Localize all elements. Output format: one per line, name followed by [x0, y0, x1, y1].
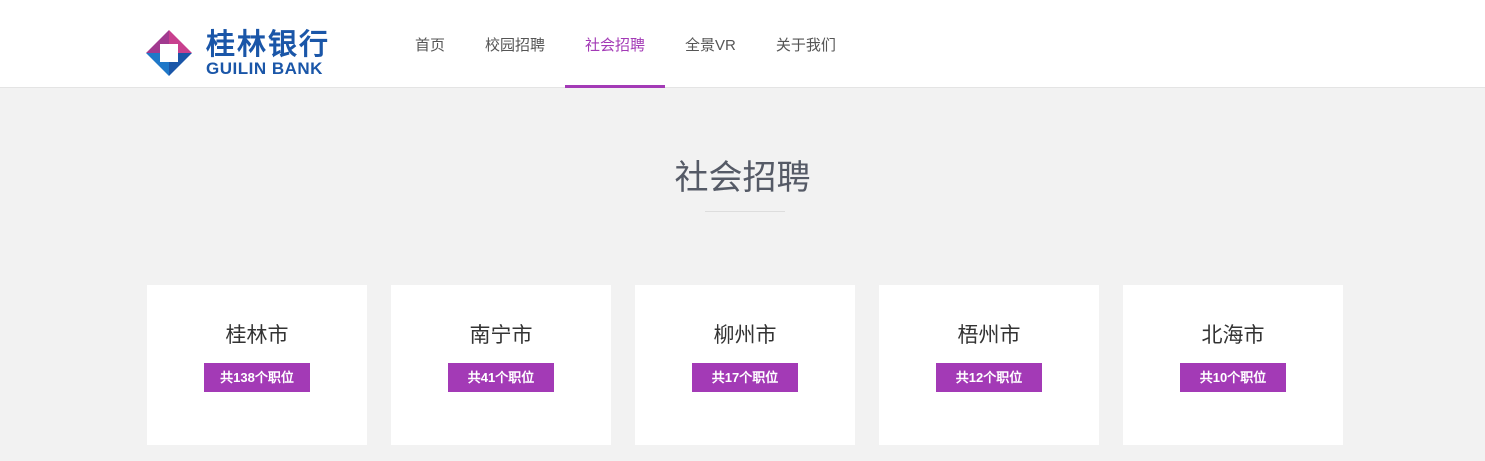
city-name: 南宁市 — [469, 324, 533, 347]
city-card-liuzhou[interactable]: 柳州市 共17个职位 — [635, 285, 855, 445]
brand-logo[interactable]: 桂林银行 GUILIN BANK — [144, 27, 354, 79]
city-card-guilin[interactable]: 桂林市 共138个职位 — [147, 285, 367, 445]
city-card-wuzhou[interactable]: 梧州市 共12个职位 — [879, 285, 1099, 445]
nav-item-about-us[interactable]: 关于我们 — [756, 0, 856, 88]
city-name: 梧州市 — [957, 324, 1021, 347]
brand-name-en: GUILIN BANK — [206, 59, 323, 78]
nav-item-label: 校园招聘 — [485, 36, 546, 54]
nav-item-panorama-vr[interactable]: 全景VR — [665, 0, 756, 88]
job-count-badge[interactable]: 共138个职位 — [204, 363, 310, 392]
nav-item-label: 首页 — [415, 36, 446, 54]
nav-item-social-recruitment[interactable]: 社会招聘 — [565, 0, 666, 88]
main-nav: 首页 校园招聘 社会招聘 全景VR 关于我们 — [395, 0, 856, 88]
nav-item-label: 全景VR — [685, 36, 736, 54]
title-divider — [705, 211, 785, 212]
brand-name-cn: 桂林银行 — [206, 27, 331, 61]
job-count-badge[interactable]: 共41个职位 — [448, 363, 554, 392]
city-card-beihai[interactable]: 北海市 共10个职位 — [1123, 285, 1343, 445]
nav-item-label: 关于我们 — [775, 36, 836, 54]
city-card-list: 桂林市 共138个职位 南宁市 共41个职位 柳州市 共17个职位 梧州市 共1… — [147, 285, 1343, 445]
site-header: 桂林银行 GUILIN BANK 首页 校园招聘 社会招聘 全景VR 关于我们 — [0, 0, 1485, 88]
city-card-nanning[interactable]: 南宁市 共41个职位 — [391, 285, 611, 445]
guilin-bank-logo-icon — [146, 30, 192, 76]
nav-item-home[interactable]: 首页 — [395, 0, 465, 88]
job-count-badge[interactable]: 共17个职位 — [692, 363, 798, 392]
nav-item-label: 社会招聘 — [585, 36, 646, 54]
city-name: 北海市 — [1201, 324, 1265, 347]
city-name: 柳州市 — [713, 324, 777, 347]
page-title: 社会招聘 — [674, 159, 811, 197]
job-count-badge[interactable]: 共10个职位 — [1180, 363, 1286, 392]
city-name: 桂林市 — [225, 324, 289, 347]
job-count-badge[interactable]: 共12个职位 — [936, 363, 1042, 392]
nav-item-campus-recruitment[interactable]: 校园招聘 — [465, 0, 565, 88]
